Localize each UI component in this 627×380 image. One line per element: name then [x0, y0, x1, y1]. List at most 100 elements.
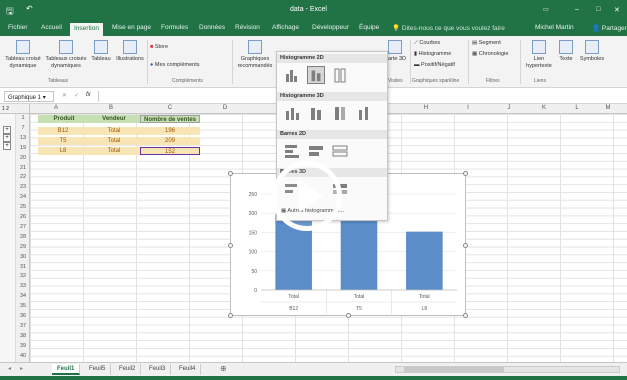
tab-review[interactable]: Révision — [235, 24, 260, 31]
tab-insert[interactable]: Insertion — [70, 23, 103, 36]
timeline-button[interactable]: ▦ Chronologie — [472, 51, 508, 58]
slicer-button[interactable]: ▤ Segment — [472, 40, 501, 47]
sparkline-column-button[interactable]: ▮ Histogramme — [414, 51, 451, 58]
recommended-pivot-button[interactable]: Tableaux croisés dynamiques — [44, 40, 88, 69]
name-box[interactable]: Graphique 1 ▾ — [4, 91, 54, 102]
table-button[interactable]: Tableau — [89, 40, 113, 63]
row-header[interactable]: 34 — [16, 293, 30, 299]
resize-handle[interactable] — [346, 313, 351, 318]
undo-icon[interactable]: ↶ — [26, 4, 33, 13]
tab-view[interactable]: Affichage — [272, 24, 299, 31]
table-header-sales[interactable]: Nombre de ventes — [140, 115, 200, 123]
column-header[interactable]: A — [30, 105, 82, 111]
tab-developer[interactable]: Développeur — [312, 24, 349, 31]
table-cell[interactable]: 152 — [140, 147, 200, 155]
tab-home[interactable]: Accueil — [41, 24, 62, 31]
scroll-left-icon[interactable]: ◂ — [8, 365, 11, 372]
stacked-bar-icon[interactable] — [307, 142, 325, 160]
table-header-seller[interactable]: Vendeur — [88, 115, 140, 123]
pivot-table-button[interactable]: Tableau croisé dynamique — [4, 40, 42, 69]
row-header[interactable]: 37 — [16, 323, 30, 329]
table-cell[interactable]: Total — [88, 127, 140, 135]
row-header[interactable]: 20 — [16, 155, 30, 161]
tab-file[interactable]: Fichier — [8, 24, 28, 31]
share-button[interactable]: 👤 Partager — [592, 24, 627, 32]
illustrations-button[interactable]: Illustrations — [114, 40, 146, 63]
row-header[interactable]: 30 — [16, 254, 30, 260]
table-header-product[interactable]: Produit — [38, 115, 90, 123]
table-cell[interactable]: Total — [88, 147, 140, 155]
expand-group-button[interactable]: + — [3, 134, 11, 142]
column-header[interactable]: H — [404, 105, 448, 111]
chart-bar[interactable] — [406, 231, 443, 290]
select-all-corner[interactable]: 1 2 — [0, 104, 30, 114]
resize-handle[interactable] — [228, 313, 233, 318]
close-icon[interactable]: ✕ — [614, 6, 620, 14]
column-header[interactable]: M — [596, 105, 620, 111]
3d-column-icon[interactable] — [355, 104, 373, 122]
sparkline-winloss-button[interactable]: ▬ Positif/Négatif — [414, 62, 455, 69]
sheet-tab-feuil3[interactable]: Feuil3 — [144, 364, 172, 375]
tab-layout[interactable]: Mise en page — [112, 24, 151, 31]
row-header[interactable]: 23 — [16, 184, 30, 190]
row-header[interactable]: 31 — [16, 264, 30, 270]
table-cell[interactable]: L8 — [38, 147, 88, 155]
row-header[interactable]: 7 — [16, 125, 30, 131]
column-header[interactable]: K — [530, 105, 558, 111]
column-header[interactable]: N — [620, 105, 627, 111]
user-name[interactable]: Michel Martin — [535, 24, 574, 31]
my-addins-button[interactable]: ● Mes compléments — [150, 62, 200, 69]
column-header[interactable]: C — [140, 105, 200, 111]
tab-team[interactable]: Équipe — [359, 24, 379, 31]
3d-clustered-column-icon[interactable] — [283, 104, 301, 122]
sheet-tab-feuil2[interactable]: Feuil2 — [114, 364, 142, 375]
table-cell[interactable]: Total — [88, 137, 140, 145]
sheet-tab-feuil1[interactable]: Feuil1 — [52, 364, 81, 375]
row-header[interactable]: 39 — [16, 343, 30, 349]
clustered-column-icon[interactable] — [283, 66, 301, 84]
clustered-bar-icon[interactable] — [283, 142, 301, 160]
stacked-column-icon[interactable] — [307, 66, 325, 84]
enter-icon[interactable]: ✓ — [74, 92, 79, 99]
row-header[interactable]: 22 — [16, 174, 30, 180]
sheet-tab-feuil5[interactable]: Feuil5 — [84, 364, 112, 375]
table-cell[interactable]: T5 — [38, 137, 88, 145]
recommended-charts-button[interactable]: Graphiques recommandés — [236, 40, 274, 69]
row-header[interactable]: 25 — [16, 204, 30, 210]
expand-group-button[interactable]: + — [3, 126, 11, 134]
row-header[interactable]: 38 — [16, 333, 30, 339]
table-cell[interactable]: 196 — [140, 127, 200, 135]
row-header[interactable]: 1 — [16, 115, 30, 121]
resize-handle[interactable] — [463, 313, 468, 318]
row-header[interactable]: 26 — [16, 214, 30, 220]
tell-me-box[interactable]: 💡 Dites-nous ce que vous voulez faire — [392, 24, 505, 32]
maximize-icon[interactable]: □ — [596, 6, 600, 13]
row-header[interactable]: 32 — [16, 273, 30, 279]
resize-handle[interactable] — [228, 243, 233, 248]
row-header[interactable]: 21 — [16, 165, 30, 171]
column-header[interactable]: B — [82, 105, 140, 111]
column-header[interactable]: J — [488, 105, 530, 111]
3d-100-column-icon[interactable] — [331, 104, 349, 122]
row-header[interactable]: 24 — [16, 194, 30, 200]
cancel-icon[interactable]: ✕ — [62, 92, 67, 99]
row-header[interactable]: 29 — [16, 244, 30, 250]
sparkline-line-button[interactable]: ⟋ Courbes — [414, 40, 440, 47]
scrollbar-thumb[interactable] — [404, 367, 504, 372]
100-stacked-bar-icon[interactable] — [331, 142, 349, 160]
row-header[interactable]: 35 — [16, 303, 30, 309]
column-header[interactable]: I — [448, 105, 488, 111]
insert-function-button[interactable]: fx — [86, 92, 91, 98]
row-header[interactable]: 28 — [16, 234, 30, 240]
store-button[interactable]: ■ Store — [150, 44, 168, 51]
sheet-tab-feuil4[interactable]: Feuil4 — [174, 364, 202, 375]
save-icon[interactable]: 🖫 — [6, 4, 14, 20]
table-cell[interactable]: B12 — [38, 127, 88, 135]
table-cell[interactable]: 209 — [140, 137, 200, 145]
chart-bar[interactable] — [340, 209, 378, 290]
column-header[interactable]: L — [558, 105, 596, 111]
expand-group-button[interactable]: + — [3, 142, 11, 150]
scroll-right-icon[interactable]: ▸ — [20, 365, 23, 372]
row-header[interactable]: 19 — [16, 145, 30, 151]
100-stacked-column-icon[interactable] — [331, 66, 349, 84]
